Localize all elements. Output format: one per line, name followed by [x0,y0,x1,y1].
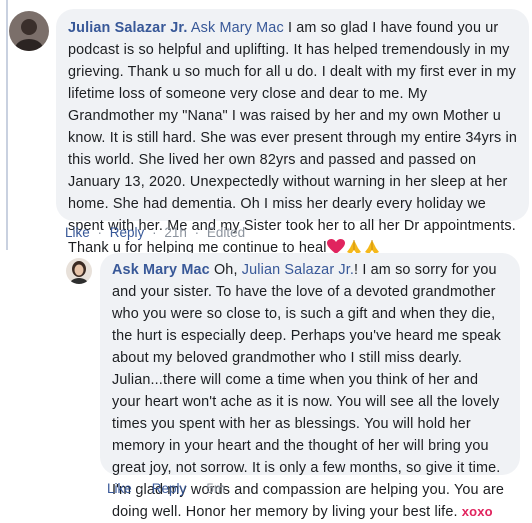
reply-text-before: Oh, [213,262,238,278]
separator-dot: · [139,481,145,496]
avatar[interactable] [9,11,49,51]
avatar[interactable] [66,258,92,284]
reply-link[interactable]: Reply [152,481,187,496]
separator-dot: · [194,481,199,496]
reply-author[interactable]: Ask Mary Mac [112,262,210,278]
comment-actions: Like · Reply · 21h · Edited [65,225,245,240]
reply-mention[interactable]: Julian Salazar Jr. [242,262,354,278]
comment-mention[interactable]: Ask Mary Mac [191,20,284,36]
thread-line [6,0,8,250]
like-link[interactable]: Like [107,481,132,496]
like-link[interactable]: Like [65,225,90,240]
separator-dot: · [152,225,157,240]
comment-author[interactable]: Julian Salazar Jr. [68,20,188,36]
timestamp[interactable]: 5m [206,481,225,496]
comment-bubble: Julian Salazar Jr. Ask Mary Mac I am so … [56,9,529,256]
timestamp[interactable]: 21h [164,225,187,240]
signoff: xoxo [461,504,493,519]
reply-bubble: Ask Mary Mac Oh, Julian Salazar Jr.! I a… [100,253,520,520]
reply-actions: Like · Reply · 5m [107,481,225,496]
separator-dot: · [97,225,103,240]
reply-link[interactable]: Reply [110,225,145,240]
separator-dot: · [194,225,200,240]
edited-label[interactable]: Edited [207,225,245,240]
comment-text: I am so glad I have found you ur podcast… [68,20,517,256]
